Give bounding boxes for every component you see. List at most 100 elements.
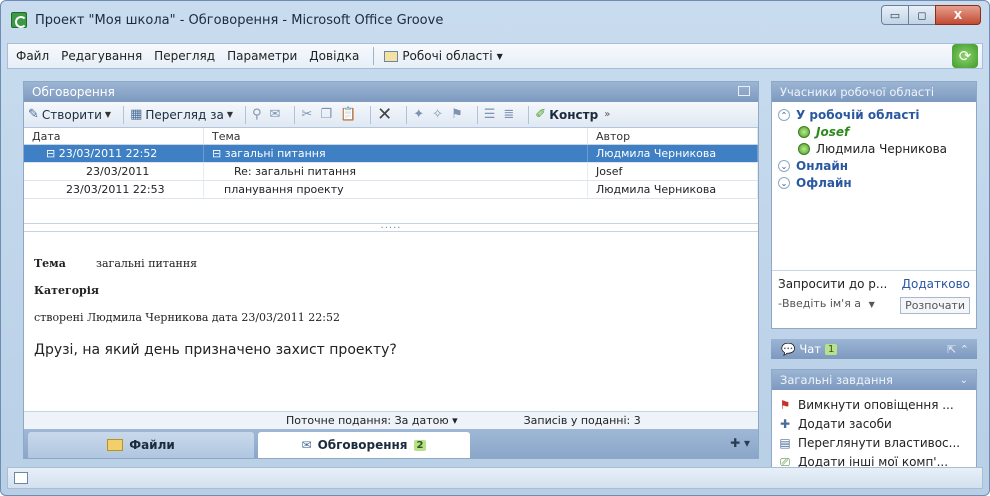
close-button[interactable]: X [935,5,981,25]
discussion-panel: Обговорення ✎ Створити ▼ ▦ Перегляд за ▼… [23,81,759,459]
menu-options[interactable]: Параметри [227,49,297,63]
menu-separator [373,47,375,65]
discussion-toolbar: ✎ Створити ▼ ▦ Перегляд за ▼ ⚲ ✉ ✂ ❐ 📋 ✕… [24,102,758,128]
member-name: Людмила Черникова [816,142,947,156]
group-in-workspace[interactable]: ⌃ У робочій області [778,108,970,122]
find-icon[interactable]: ⚲ [252,107,262,122]
pane-splitter[interactable]: ..... [24,221,758,232]
status-window-icon[interactable] [14,472,28,484]
right-panel: Учасники робочої області ⌃ У робочій обл… [771,81,977,483]
refresh-icon: ⟳ [958,47,972,65]
member-item[interactable]: Людмила Черникова [778,142,970,156]
mark-unread-icon[interactable]: ✧ [432,107,443,122]
tab-discussion[interactable]: ✉ Обговорення 2 [258,432,470,458]
mark-read-icon[interactable]: ✦ [413,107,424,122]
task-label: Переглянути властивос... [798,436,961,450]
column-author[interactable]: Автор [588,128,758,144]
chevron-down-icon: ⌄ [778,177,790,189]
row-topic: планування проекту [204,181,588,198]
workspaces-menu[interactable]: Робочі області ▼ [384,49,503,63]
task-view-properties[interactable]: ▤ Переглянути властивос... [778,436,970,450]
row-date: 23/03/2011 [24,163,204,180]
tasks-panel: Загальні завдання ⌄ ⚑ Вимкнути оповіщенн… [771,369,977,483]
create-button[interactable]: ✎ Створити ▼ [28,107,111,122]
chat-controls-icon[interactable]: ⇱ ⌃ [947,343,969,356]
preview-category-line: Категорія [34,284,748,297]
member-name: Josef [816,125,850,139]
chat-bar[interactable]: 💬 Чат 1 ⇱ ⌃ [771,339,977,359]
tab-files[interactable]: Файли [28,432,254,458]
overflow-chevron-icon[interactable]: » [604,109,610,120]
flag-icon[interactable]: ⚑ [451,107,463,122]
table-icon: ▦ [130,107,143,122]
view-by-button[interactable]: ▦ Перегляд за ▼ [130,107,233,122]
chevron-down-icon: ▼ [496,51,503,61]
preview-topic-label: Тема [34,257,66,270]
column-date[interactable]: Дата [24,128,204,144]
chevron-down-icon: ⌄ [778,160,790,172]
invite-name-input[interactable]: -Введіть ім'я а ▼ [778,297,875,314]
chevron-up-icon: ⌃ [778,109,790,121]
menu-edit[interactable]: Редагування [61,49,142,63]
online-status-icon [798,126,810,138]
menu-view[interactable]: Перегляд [154,49,215,63]
groove-app-icon [11,12,27,28]
preview-category-label: Категорія [34,284,100,297]
menu-bar: Файл Редагування Перегляд Параметри Дові… [7,43,983,69]
preview-topic-line: Тема загальні питання [34,257,748,270]
workspaces-label: Робочі області [402,49,493,63]
mail-icon[interactable]: ✉ [270,107,281,122]
group-in-workspace-label: У робочій області [796,108,920,122]
column-topic[interactable]: Тема [204,128,588,144]
maximize-button[interactable]: ◻ [908,5,936,25]
minimize-button[interactable]: ▭ [881,5,909,25]
designer-button[interactable]: ✐ Констр [535,107,598,122]
panel-menu-icon[interactable] [738,86,750,96]
members-panel-title: Учасники робочої області [780,85,935,99]
menu-help[interactable]: Довідка [309,49,359,63]
start-button[interactable]: Розпочати [900,297,970,314]
task-add-tools[interactable]: ✚ Додати засоби [778,417,970,431]
delete-icon[interactable]: ✕ [377,104,392,125]
unread-badge: 2 [413,439,427,451]
designer-label: Констр [549,107,599,122]
current-view-dropdown[interactable]: Поточне подання: За датою ▾ [286,414,458,427]
group-offline-label: Офлайн [796,176,852,190]
design-icon: ✐ [535,107,547,122]
chevron-down-icon[interactable]: ⌄ [960,375,968,386]
record-count: Записів у поданні: 3 [523,414,641,427]
view-status-line: Поточне подання: За датою ▾ Записів у по… [24,411,758,429]
members-list: ⌃ У робочій області Josef Людмила Черник… [772,102,976,270]
group-online[interactable]: ⌄ Онлайн [778,159,970,173]
row-author: Людмила Черникова [588,145,758,162]
task-disable-alerts[interactable]: ⚑ Вимкнути оповіщення ... [778,398,970,412]
more-link[interactable]: Додатково [902,277,970,291]
alert-icon: ⚑ [779,398,791,412]
status-bar [7,467,983,489]
table-row[interactable]: 23/03/2011 Re: загальні питання Josef [24,163,758,181]
tool-tabs: Файли ✉ Обговорення 2 ✚ ▾ [24,429,758,458]
collapse-icon[interactable]: ≣ [503,107,514,122]
discussion-panel-title: Обговорення [32,85,115,99]
add-tool-icon[interactable]: ✚ ▾ [730,436,750,450]
group-online-label: Онлайн [796,159,849,173]
expand-icon[interactable]: ☰ [484,107,496,122]
add-tool-icon: ✚ [779,417,791,431]
toolbar-separator [123,105,125,124]
cut-icon[interactable]: ✂ [301,107,312,122]
preview-topic-value: загальні питання [96,257,198,270]
sync-status-button[interactable]: ⟳ [952,44,978,68]
window-title: Проект "Моя школа" - Обговорення - Micro… [35,12,444,28]
workspace-icon [384,50,399,62]
row-topic: Re: загальні питання [204,163,588,180]
table-row[interactable]: 23/03/2011 22:53 планування проекту Людм… [24,181,758,199]
paste-icon[interactable]: 📋 [340,107,356,122]
group-offline[interactable]: ⌄ Офлайн [778,176,970,190]
online-status-icon [798,143,810,155]
member-item[interactable]: Josef [778,125,970,139]
window-controls: ▭ ◻ X [881,5,981,25]
menu-file[interactable]: Файл [16,49,49,63]
table-row[interactable]: ⊟ 23/03/2011 22:52 ⊟ загальні питання Лю… [24,145,758,163]
chat-label: Чат [799,342,821,356]
copy-icon[interactable]: ❐ [320,107,332,122]
